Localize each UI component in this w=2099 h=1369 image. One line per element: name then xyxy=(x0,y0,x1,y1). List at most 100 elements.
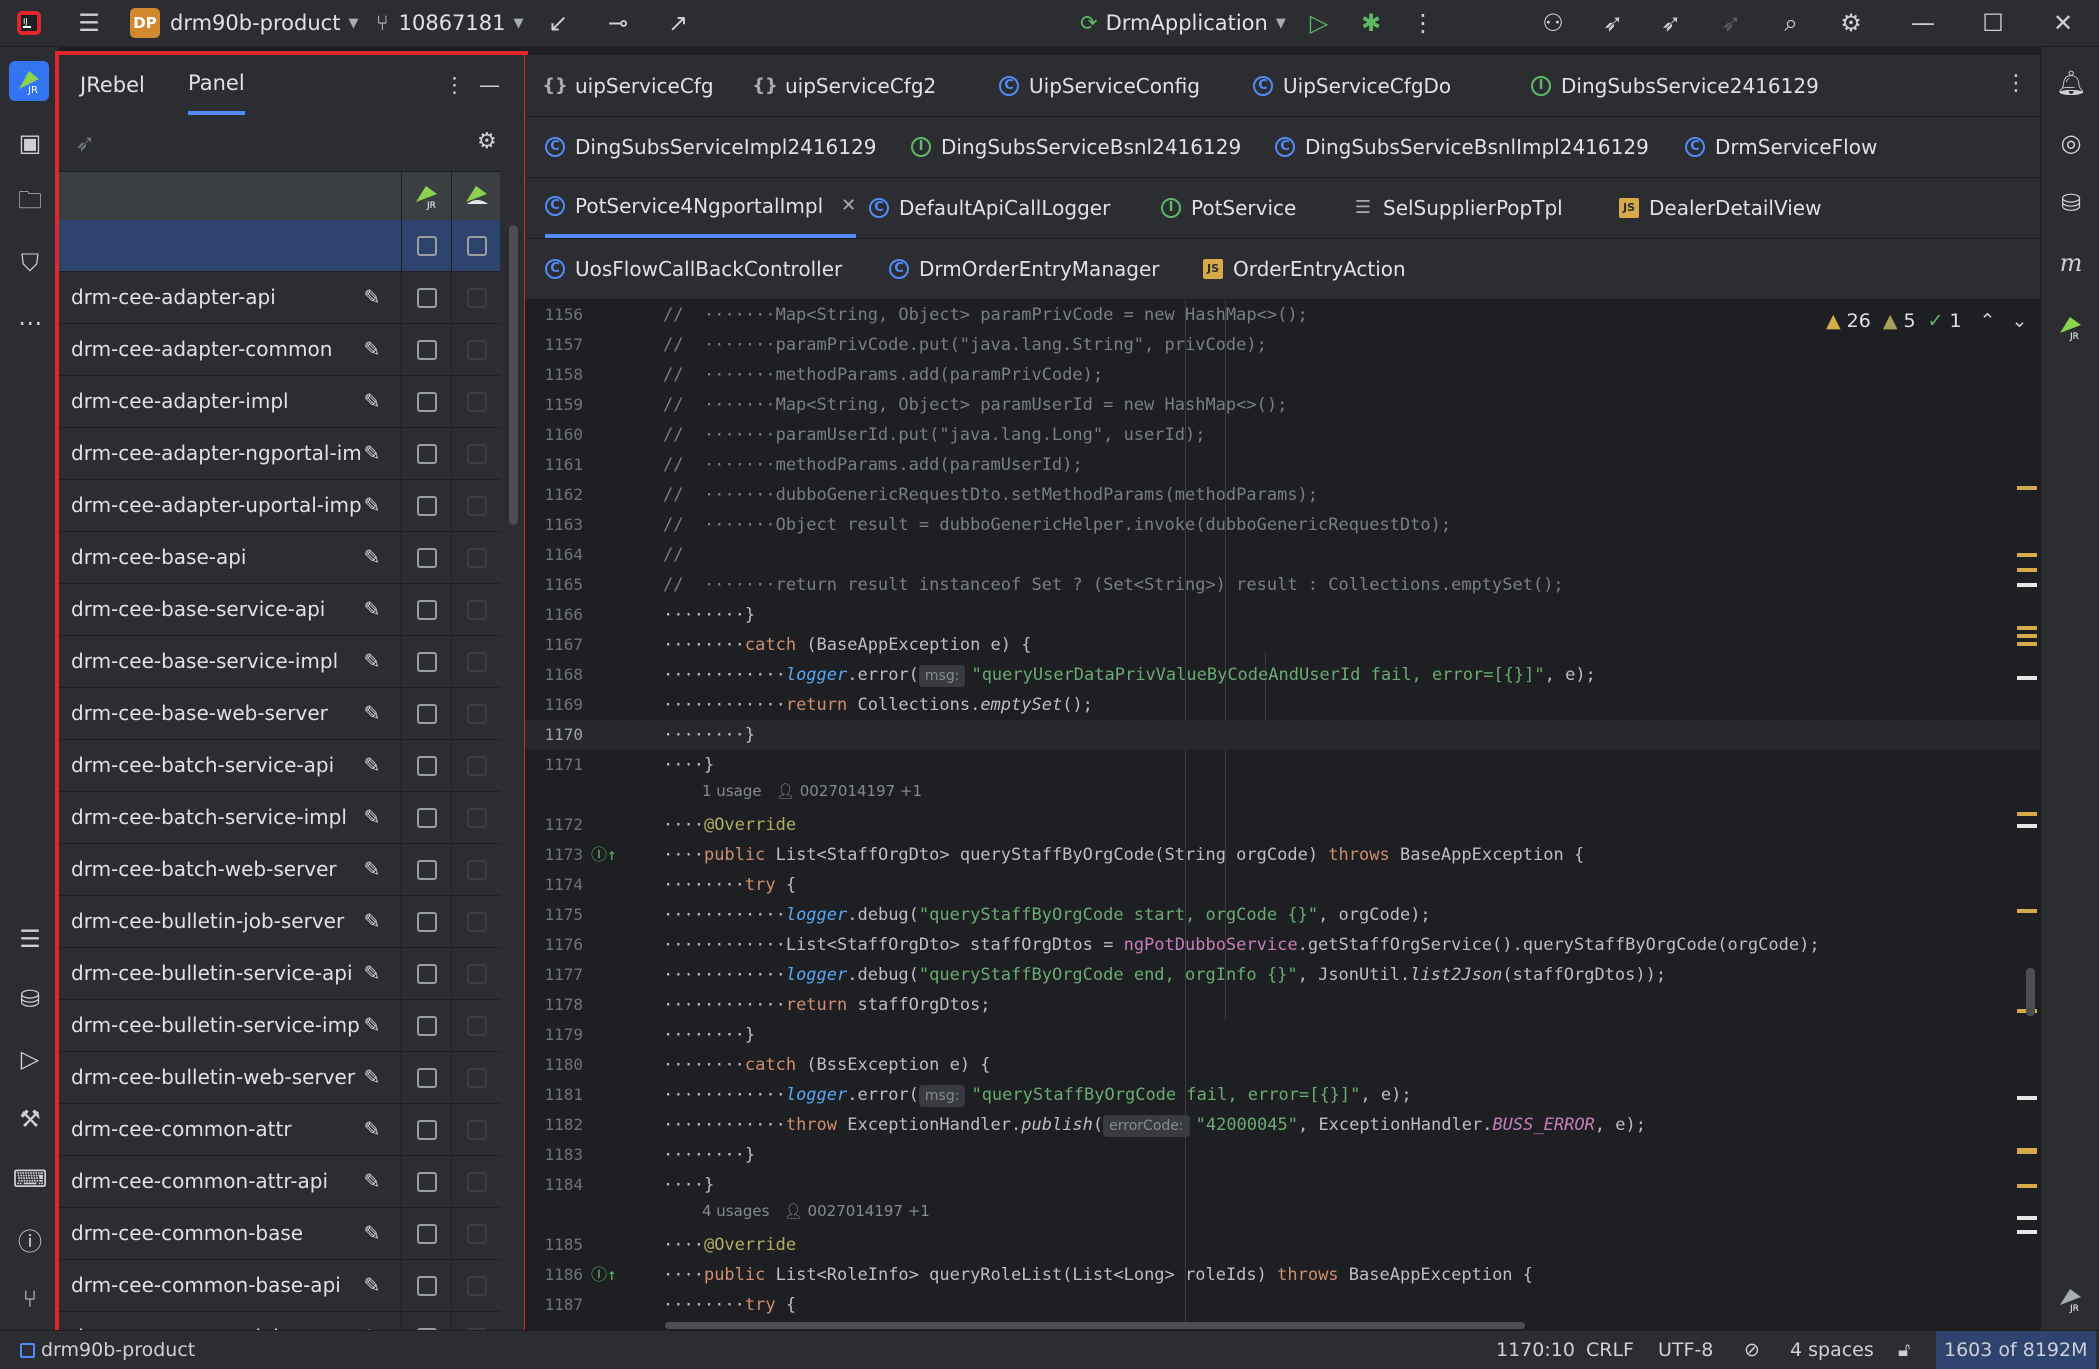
jrebel-enable-checkbox[interactable] xyxy=(417,808,437,828)
memory-indicator[interactable]: 1603 of 8192M xyxy=(1936,1331,2096,1369)
info-stripe-mark[interactable] xyxy=(2017,1096,2037,1100)
edit-pencil-icon[interactable]: ✎ xyxy=(359,492,385,518)
edit-pencil-icon[interactable]: ✎ xyxy=(359,544,385,570)
jrebel-enable-checkbox[interactable] xyxy=(417,340,437,360)
editor-tab[interactable]: {} uipServiceCfg2 xyxy=(752,55,936,116)
build-hammer-icon[interactable]: ⚒ xyxy=(14,1103,46,1135)
jrebel-remote-checkbox[interactable] xyxy=(467,1172,487,1192)
editor-tab[interactable]: C DefaultApiCallLogger xyxy=(869,177,1110,238)
line-number[interactable]: 1170 xyxy=(525,720,583,750)
jrebel-enable-checkbox[interactable] xyxy=(417,496,437,516)
editor-tab[interactable]: ☰ SelSupplierPopTpl xyxy=(1353,177,1563,238)
line-number[interactable]: 1173 xyxy=(525,840,583,870)
structure-icon[interactable]: ▣ xyxy=(14,127,46,159)
module-row[interactable]: drm-cee-base-web-server ✎ xyxy=(59,688,500,740)
line-number[interactable]: 1172 xyxy=(525,810,583,840)
main-menu-icon[interactable]: ☰ xyxy=(74,8,104,38)
module-row[interactable] xyxy=(59,220,500,272)
jrebel-enable-checkbox[interactable] xyxy=(417,860,437,880)
debug-icon[interactable]: ✱ xyxy=(1356,8,1386,38)
info-stripe-mark[interactable] xyxy=(2017,583,2037,587)
jrebel-remote-checkbox[interactable] xyxy=(467,548,487,568)
jrebel-remote-checkbox[interactable] xyxy=(467,1016,487,1036)
editor-tab[interactable]: C DrmServiceFlow xyxy=(1685,116,1877,177)
module-row[interactable]: drm-cee-common-base ✎ xyxy=(59,1208,500,1260)
jrebel-remote-checkbox[interactable] xyxy=(467,1120,487,1140)
module-row[interactable]: drm-cee-base-api ✎ xyxy=(59,532,500,584)
module-row[interactable]: drm-cee-adapter-impl ✎ xyxy=(59,376,500,428)
ai-assistant-status-icon[interactable]: ⊘ xyxy=(1744,1331,1760,1369)
jrebel-remote-column-icon[interactable] xyxy=(463,182,491,215)
jrebel-enable-checkbox[interactable] xyxy=(417,912,437,932)
jrebel-enable-checkbox[interactable] xyxy=(417,756,437,776)
edit-pencil-icon[interactable]: ✎ xyxy=(359,804,385,830)
editor-horizontal-scrollbar[interactable] xyxy=(665,1322,1525,1329)
line-number[interactable]: 1156 xyxy=(525,300,583,330)
line-number[interactable]: 1168 xyxy=(525,660,583,690)
more-tools-icon[interactable]: ⋯ xyxy=(14,307,46,339)
commit-icon[interactable]: ⊸ xyxy=(603,8,633,38)
info-stripe-mark[interactable] xyxy=(2017,1230,2037,1234)
edit-pencil-icon[interactable]: ✎ xyxy=(359,960,385,986)
edit-pencil-icon[interactable]: ✎ xyxy=(359,1272,385,1298)
jrebel-enable-checkbox[interactable] xyxy=(417,652,437,672)
editor-tab[interactable]: C DrmOrderEntryManager xyxy=(889,238,1159,299)
bookmarks-icon[interactable]: ⛉ xyxy=(14,247,46,279)
jrebel-enable-checkbox[interactable] xyxy=(417,1172,437,1192)
module-row[interactable]: drm-cee-batch-web-server ✎ xyxy=(59,844,500,896)
jrebel-remote-checkbox[interactable] xyxy=(467,808,487,828)
line-number[interactable]: 1171 xyxy=(525,750,583,780)
line-number[interactable]: 1163 xyxy=(525,510,583,540)
editor-tab[interactable]: C PotService4NgportalImpl ✕ xyxy=(545,177,857,238)
jrebel-remote-checkbox[interactable] xyxy=(467,600,487,620)
line-number[interactable]: 1184 xyxy=(525,1170,583,1200)
module-row[interactable]: drm-cee-common-base-api ✎ xyxy=(59,1260,500,1312)
module-row[interactable]: drm-cee-bulletin-web-server ✎ xyxy=(59,1052,500,1104)
search-icon[interactable]: ⌕ xyxy=(1776,8,1806,38)
edit-pencil-icon[interactable]: ✎ xyxy=(359,1064,385,1090)
caret-position[interactable]: 1170:10 xyxy=(1496,1331,1575,1369)
jrebel-enable-checkbox[interactable] xyxy=(417,1120,437,1140)
line-number[interactable]: 1165 xyxy=(525,570,583,600)
line-number[interactable]: 1162 xyxy=(525,480,583,510)
line-separator[interactable]: CRLF xyxy=(1586,1331,1634,1369)
hide-panel-icon[interactable]: — xyxy=(479,55,500,115)
jrebel-remote-checkbox[interactable] xyxy=(467,1276,487,1296)
edit-pencil-icon[interactable]: ✎ xyxy=(359,1220,385,1246)
line-number[interactable]: 1176 xyxy=(525,930,583,960)
warning-stripe-mark[interactable] xyxy=(2017,626,2037,630)
module-row[interactable]: drm-cee-adapter-uportal-impl ✎ xyxy=(59,480,500,532)
jrebel-console-icon[interactable]: JR xyxy=(2055,1283,2087,1315)
warning-stripe-mark[interactable] xyxy=(2017,553,2037,557)
edit-pencil-icon[interactable]: ✎ xyxy=(359,440,385,466)
inspections-widget[interactable]: ▲ 26 ▲ 5 ✓ 1 ⌃ ⌄ xyxy=(1826,306,2027,336)
jrebel-setup-icon[interactable]: JR xyxy=(2055,311,2087,343)
jrebel-remote-checkbox[interactable] xyxy=(467,236,487,256)
warning-stripe-mark[interactable] xyxy=(2017,812,2037,816)
line-number[interactable]: 1182 xyxy=(525,1110,583,1140)
line-number[interactable]: 1167 xyxy=(525,630,583,660)
next-highlight-icon[interactable]: ⌄ xyxy=(2011,310,2027,332)
file-encoding[interactable]: UTF-8 xyxy=(1658,1331,1713,1369)
line-number[interactable]: 1180 xyxy=(525,1050,583,1080)
intellij-logo-icon[interactable]: IJ xyxy=(14,8,44,38)
run-config-selector[interactable]: ⟳ DrmApplication ▼ xyxy=(1080,0,1286,46)
jrebel-enable-column-icon[interactable]: JR xyxy=(413,182,441,215)
implements-gutter-icon[interactable]: Ⓘ↑ xyxy=(591,840,617,870)
jrebel-remote-checkbox[interactable] xyxy=(467,444,487,464)
more-actions-icon[interactable]: ⋮ xyxy=(1408,8,1438,38)
edit-pencil-icon[interactable]: ✎ xyxy=(359,648,385,674)
editor-tab[interactable]: C DingSubsServiceImpl2416129 xyxy=(545,116,876,177)
jrebel-enable-checkbox[interactable] xyxy=(417,704,437,724)
warning-stripe-mark[interactable] xyxy=(2017,1184,2037,1188)
edit-pencil-icon[interactable]: ✎ xyxy=(359,336,385,362)
module-row[interactable]: drm-cee-base-service-impl ✎ xyxy=(59,636,500,688)
database-icon[interactable]: ⛁ xyxy=(2055,187,2087,219)
close-window-icon[interactable]: ✕ xyxy=(2048,8,2078,38)
read-only-lock-icon[interactable]: 🔓︎ xyxy=(1898,1331,1910,1369)
editor-tab[interactable]: JS DealerDetailView xyxy=(1619,177,1821,238)
database-icon[interactable]: ⛁ xyxy=(14,983,46,1015)
module-row[interactable]: drm-cee-batch-service-impl ✎ xyxy=(59,792,500,844)
module-row[interactable]: drm-cee-bulletin-service-impl ✎ xyxy=(59,1000,500,1052)
line-number[interactable]: 1179 xyxy=(525,1020,583,1050)
